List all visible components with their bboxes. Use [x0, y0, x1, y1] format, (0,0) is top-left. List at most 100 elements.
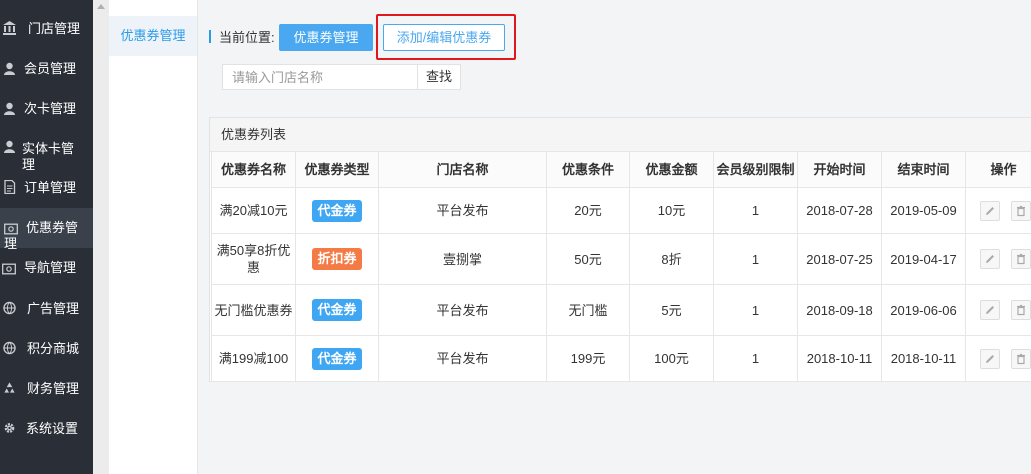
- sidebar-item-label: 会员管理: [24, 61, 77, 76]
- coupon-name-cell: 满50享8折优惠: [211, 233, 296, 285]
- condition-cell: 无门槛: [546, 284, 630, 336]
- sidebar-item-navigation[interactable]: 导航管理: [0, 259, 93, 279]
- table-row: 满50享8折优惠 折扣券 壹捌掌 50元 8折 1 2018-07-25 201…: [211, 233, 1031, 285]
- actions-cell: [965, 187, 1031, 234]
- sidebar-item-label: 积分商城: [27, 341, 80, 356]
- trash-icon: [1017, 304, 1025, 316]
- sidebar-item-label: 门店管理: [28, 21, 81, 36]
- main-sidebar: 门店管理 会员管理 次卡管理 实体卡管理 订单管理 优惠券管理 导航管理 广告管…: [0, 0, 93, 474]
- condition-cell: 50元: [546, 233, 630, 285]
- voucher-type-badge: 代金券: [312, 199, 362, 222]
- sidebar-item-label: 系统设置: [26, 421, 79, 436]
- coupon-list-panel: 优惠券列表 优惠券名称 优惠券类型 门店名称 优惠条件 优惠金额 会员级别限制 …: [209, 117, 1031, 382]
- amount-cell: 10元: [629, 187, 714, 234]
- column-header: 优惠条件: [546, 151, 630, 188]
- gear-icon: [4, 423, 15, 433]
- sidebar-item-label: 次卡管理: [24, 101, 77, 116]
- store-name-cell: 平台发布: [378, 335, 547, 382]
- coupon-table: 优惠券名称 优惠券类型 门店名称 优惠条件 优惠金额 会员级别限制 开始时间 结…: [211, 151, 1031, 382]
- end-date-cell: 2019-05-09: [881, 187, 966, 234]
- amount-cell: 5元: [629, 284, 714, 336]
- voucher-type-badge: 代金券: [312, 347, 362, 370]
- delete-button[interactable]: [1011, 348, 1031, 369]
- panel-title: 优惠券列表: [221, 127, 287, 142]
- amount-cell: 100元: [629, 335, 714, 382]
- table-row: 满20减10元 代金券 平台发布 20元 10元 1 2018-07-28 20…: [211, 187, 1031, 234]
- sidebar-item-orders[interactable]: 订单管理: [0, 179, 93, 199]
- level-cell: 1: [713, 335, 798, 382]
- sidebar-item-label: 优惠券管理: [4, 220, 79, 251]
- sidebar-item-stores[interactable]: 门店管理: [0, 19, 93, 39]
- actions-cell: [965, 284, 1031, 336]
- sidebar-item-label: 导航管理: [24, 260, 77, 275]
- condition-cell: 199元: [546, 335, 630, 382]
- bank-icon: [3, 21, 16, 35]
- sidebar-item-label: 实体卡管理: [22, 141, 75, 172]
- voucher-type-badge: 代金券: [312, 299, 362, 321]
- coupon-type-cell: 代金券: [295, 187, 379, 234]
- start-date-cell: 2018-07-25: [797, 233, 882, 285]
- trash-icon: [1017, 353, 1025, 364]
- coupon-name-cell: 无门槛优惠券: [211, 284, 296, 336]
- edit-button[interactable]: [980, 300, 1000, 320]
- panel-header: 优惠券列表: [210, 118, 1031, 152]
- start-date-cell: 2018-07-28: [797, 187, 882, 234]
- user-icon: [4, 62, 15, 75]
- sidebar-item-points-mall[interactable]: 积分商城: [0, 339, 93, 359]
- trash-icon: [1017, 253, 1025, 265]
- coupon-type-cell: 代金券: [295, 284, 379, 336]
- discount-type-badge: 折扣券: [312, 248, 362, 270]
- level-cell: 1: [713, 284, 798, 336]
- globe-icon: [3, 301, 16, 315]
- column-header: 门店名称: [378, 151, 547, 188]
- condition-cell: 20元: [546, 187, 630, 234]
- sidebar-item-coupons[interactable]: 优惠券管理: [0, 208, 93, 251]
- delete-button[interactable]: [1011, 300, 1031, 320]
- table-row: 无门槛优惠券 代金券 平台发布 无门槛 5元 1 2018-09-18 2019…: [211, 284, 1031, 336]
- column-header: 优惠金额: [629, 151, 714, 188]
- coupon-management-button[interactable]: 优惠券管理: [279, 24, 373, 51]
- sidebar-item-finance[interactable]: 财务管理: [0, 379, 93, 399]
- table-header-row: 优惠券名称 优惠券类型 门店名称 优惠条件 优惠金额 会员级别限制 开始时间 结…: [211, 151, 1031, 188]
- edit-button[interactable]: [980, 200, 1000, 221]
- edit-button[interactable]: [980, 249, 1000, 269]
- end-date-cell: 2018-10-11: [881, 335, 966, 382]
- globe-icon: [3, 341, 16, 355]
- subnav-item-coupons[interactable]: 优惠券管理: [109, 16, 197, 56]
- pencil-icon: [986, 255, 994, 263]
- column-header: 操作: [965, 151, 1031, 188]
- pencil-icon: [986, 354, 994, 363]
- breadcrumb-label: 当前位置:: [219, 30, 275, 45]
- delete-button[interactable]: [1011, 200, 1031, 221]
- sidebar-item-physical-cards[interactable]: 实体卡管理: [0, 140, 93, 176]
- start-date-cell: 2018-10-11: [797, 335, 882, 382]
- recycle-icon: [4, 382, 15, 393]
- sub-sidebar: 优惠券管理: [109, 0, 198, 474]
- sidebar-item-ads[interactable]: 广告管理: [0, 299, 93, 319]
- scroll-up-arrow-icon[interactable]: [97, 4, 105, 9]
- sidebar-item-members[interactable]: 会员管理: [0, 59, 93, 79]
- store-search-input[interactable]: [222, 64, 418, 90]
- sidebar-scrollbar[interactable]: [93, 0, 109, 474]
- end-date-cell: 2019-06-06: [881, 284, 966, 336]
- actions-cell: [965, 335, 1031, 382]
- breadcrumb-marker: [209, 30, 211, 43]
- store-name-cell: 平台发布: [378, 187, 547, 234]
- delete-button[interactable]: [1011, 249, 1031, 269]
- search-button[interactable]: 查找: [417, 64, 461, 90]
- trash-icon: [1017, 205, 1025, 216]
- edit-button[interactable]: [980, 348, 1000, 369]
- add-edit-coupon-button[interactable]: 添加/编辑优惠券: [383, 24, 505, 51]
- sidebar-item-settings[interactable]: 系统设置: [0, 419, 93, 439]
- amount-cell: 8折: [629, 233, 714, 285]
- store-name-cell: 平台发布: [378, 284, 547, 336]
- pencil-icon: [986, 306, 994, 314]
- level-cell: 1: [713, 233, 798, 285]
- coupon-name-cell: 满20减10元: [211, 187, 296, 234]
- coupon-type-cell: 代金券: [295, 335, 379, 382]
- sidebar-item-label: 财务管理: [27, 381, 80, 396]
- column-header: 结束时间: [881, 151, 966, 188]
- coupon-name-cell: 满199减100: [211, 335, 296, 382]
- main-content: 当前位置: 优惠券管理 添加/编辑优惠券 查找 优惠券列表 优惠券名称 优惠券类…: [198, 0, 1031, 474]
- sidebar-item-punch-cards[interactable]: 次卡管理: [0, 99, 93, 119]
